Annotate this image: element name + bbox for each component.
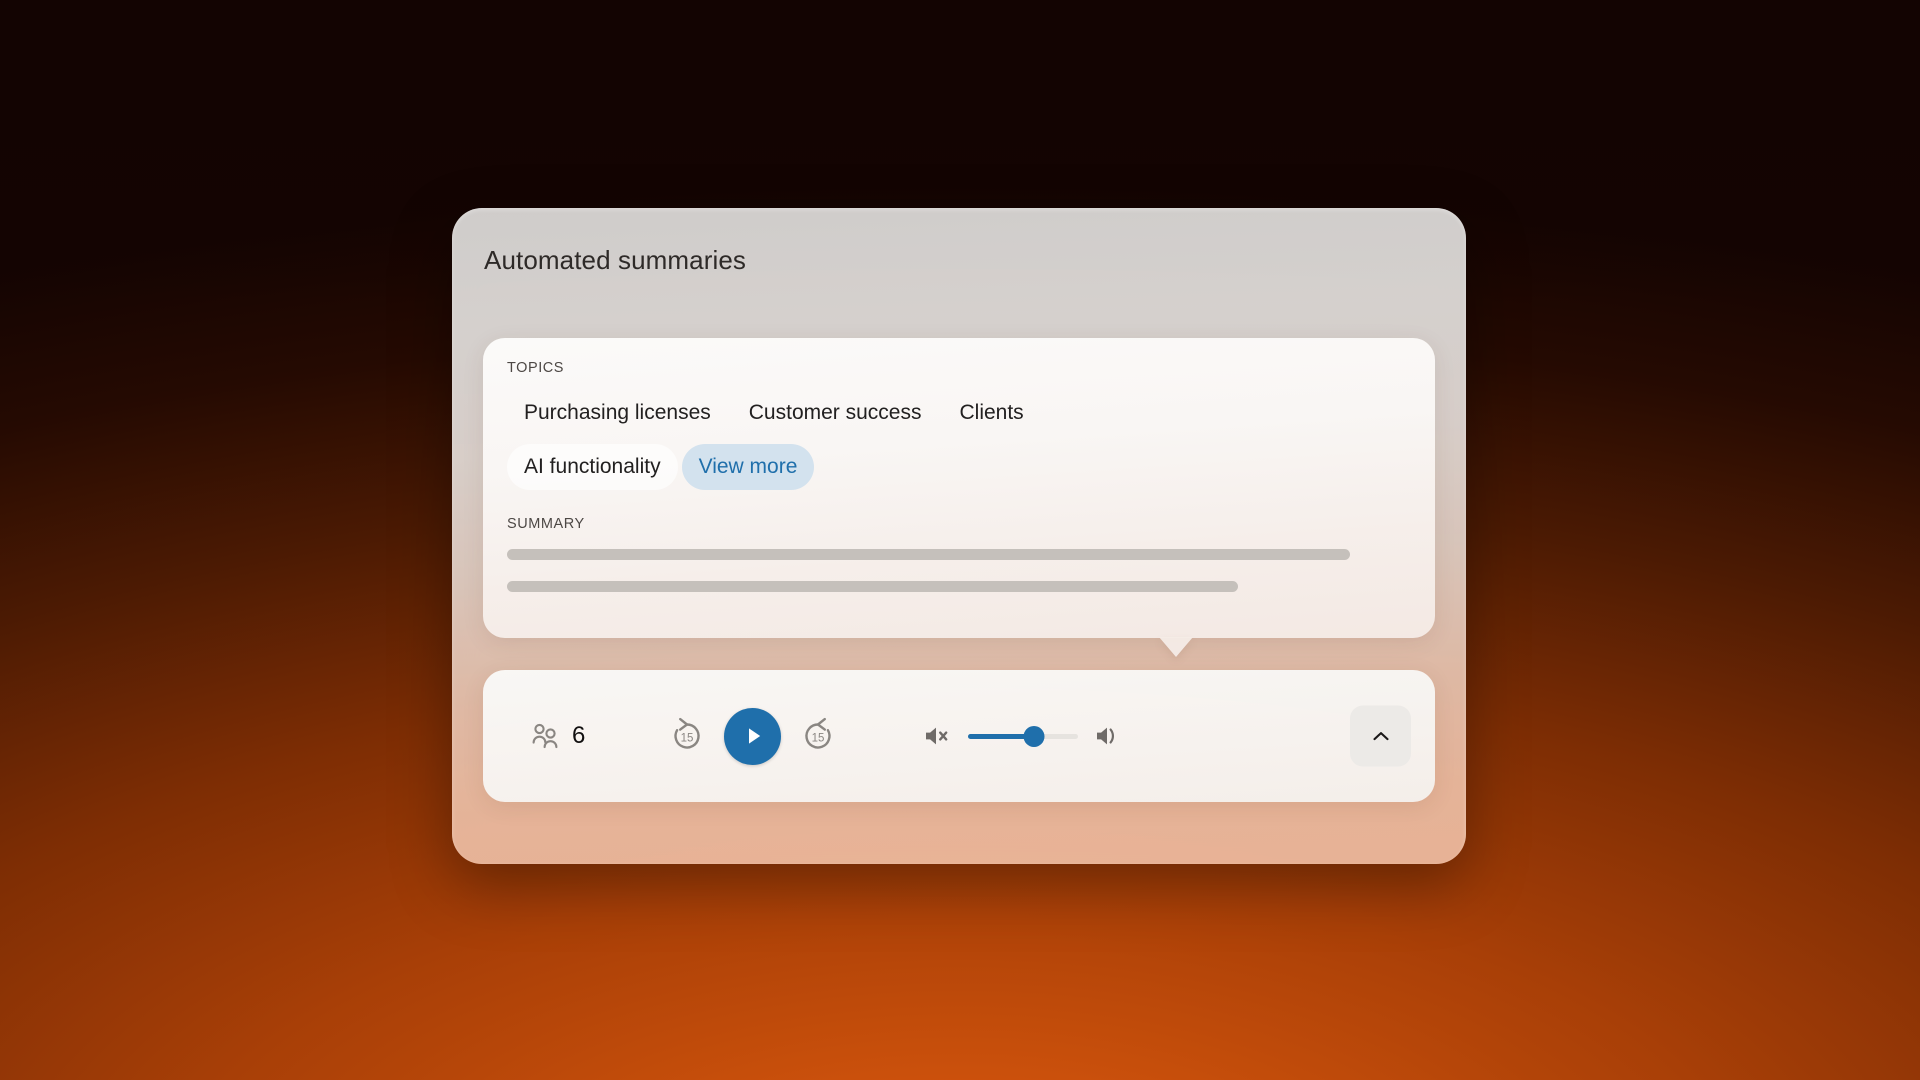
svg-text:15: 15 [812, 733, 825, 745]
rewind-15-icon: 15 [667, 716, 707, 756]
chevron-up-icon [1369, 724, 1393, 748]
listeners-group: 6 [531, 722, 585, 750]
volume-group [923, 723, 1123, 749]
transport-controls: 15 15 [667, 707, 838, 765]
summary-placeholder-line-1 [507, 549, 1350, 561]
topic-chip-ai-functionality[interactable]: AI functionality [507, 444, 678, 491]
forward-15-icon: 15 [798, 716, 838, 756]
play-button[interactable] [724, 707, 782, 765]
play-icon [741, 724, 765, 748]
topic-chip-customer-success[interactable]: Customer success [732, 390, 939, 436]
forward-15-button[interactable]: 15 [798, 716, 838, 756]
mute-button[interactable] [923, 723, 953, 749]
topics-summary-panel: TOPICS Purchasing licenses Customer succ… [483, 338, 1435, 638]
topic-chips-row-2: AI functionality View more [507, 444, 1411, 491]
topic-chip-view-more[interactable]: View more [681, 444, 815, 491]
summary-label: SUMMARY [507, 516, 585, 533]
topic-chip-purchasing-licenses[interactable]: Purchasing licenses [507, 390, 728, 436]
people-icon [531, 723, 561, 749]
bubble-tail [1159, 637, 1193, 657]
volume-slider-thumb[interactable] [1023, 725, 1045, 747]
volume-slider[interactable] [968, 725, 1079, 747]
svg-text:15: 15 [681, 733, 694, 745]
volume-mute-icon [923, 723, 953, 749]
summary-placeholder-line-2 [507, 581, 1238, 593]
audio-player-bar: 6 15 15 [483, 670, 1435, 802]
rewind-15-button[interactable]: 15 [667, 716, 707, 756]
volume-up-button[interactable] [1093, 723, 1123, 749]
topics-label: TOPICS [507, 360, 565, 376]
topic-chip-clients[interactable]: Clients [942, 390, 1040, 436]
page-title: Automated summaries [484, 245, 747, 275]
automated-summaries-card: Automated summaries TOPICS Purchasing li… [452, 208, 1466, 864]
topic-chips-row-1: Purchasing licenses Customer success Cli… [507, 390, 1411, 436]
collapse-button[interactable] [1350, 705, 1411, 767]
listeners-count: 6 [572, 722, 586, 749]
volume-up-icon [1093, 723, 1123, 749]
summary-bubble-wrapper: TOPICS Purchasing licenses Customer succ… [483, 338, 1435, 657]
